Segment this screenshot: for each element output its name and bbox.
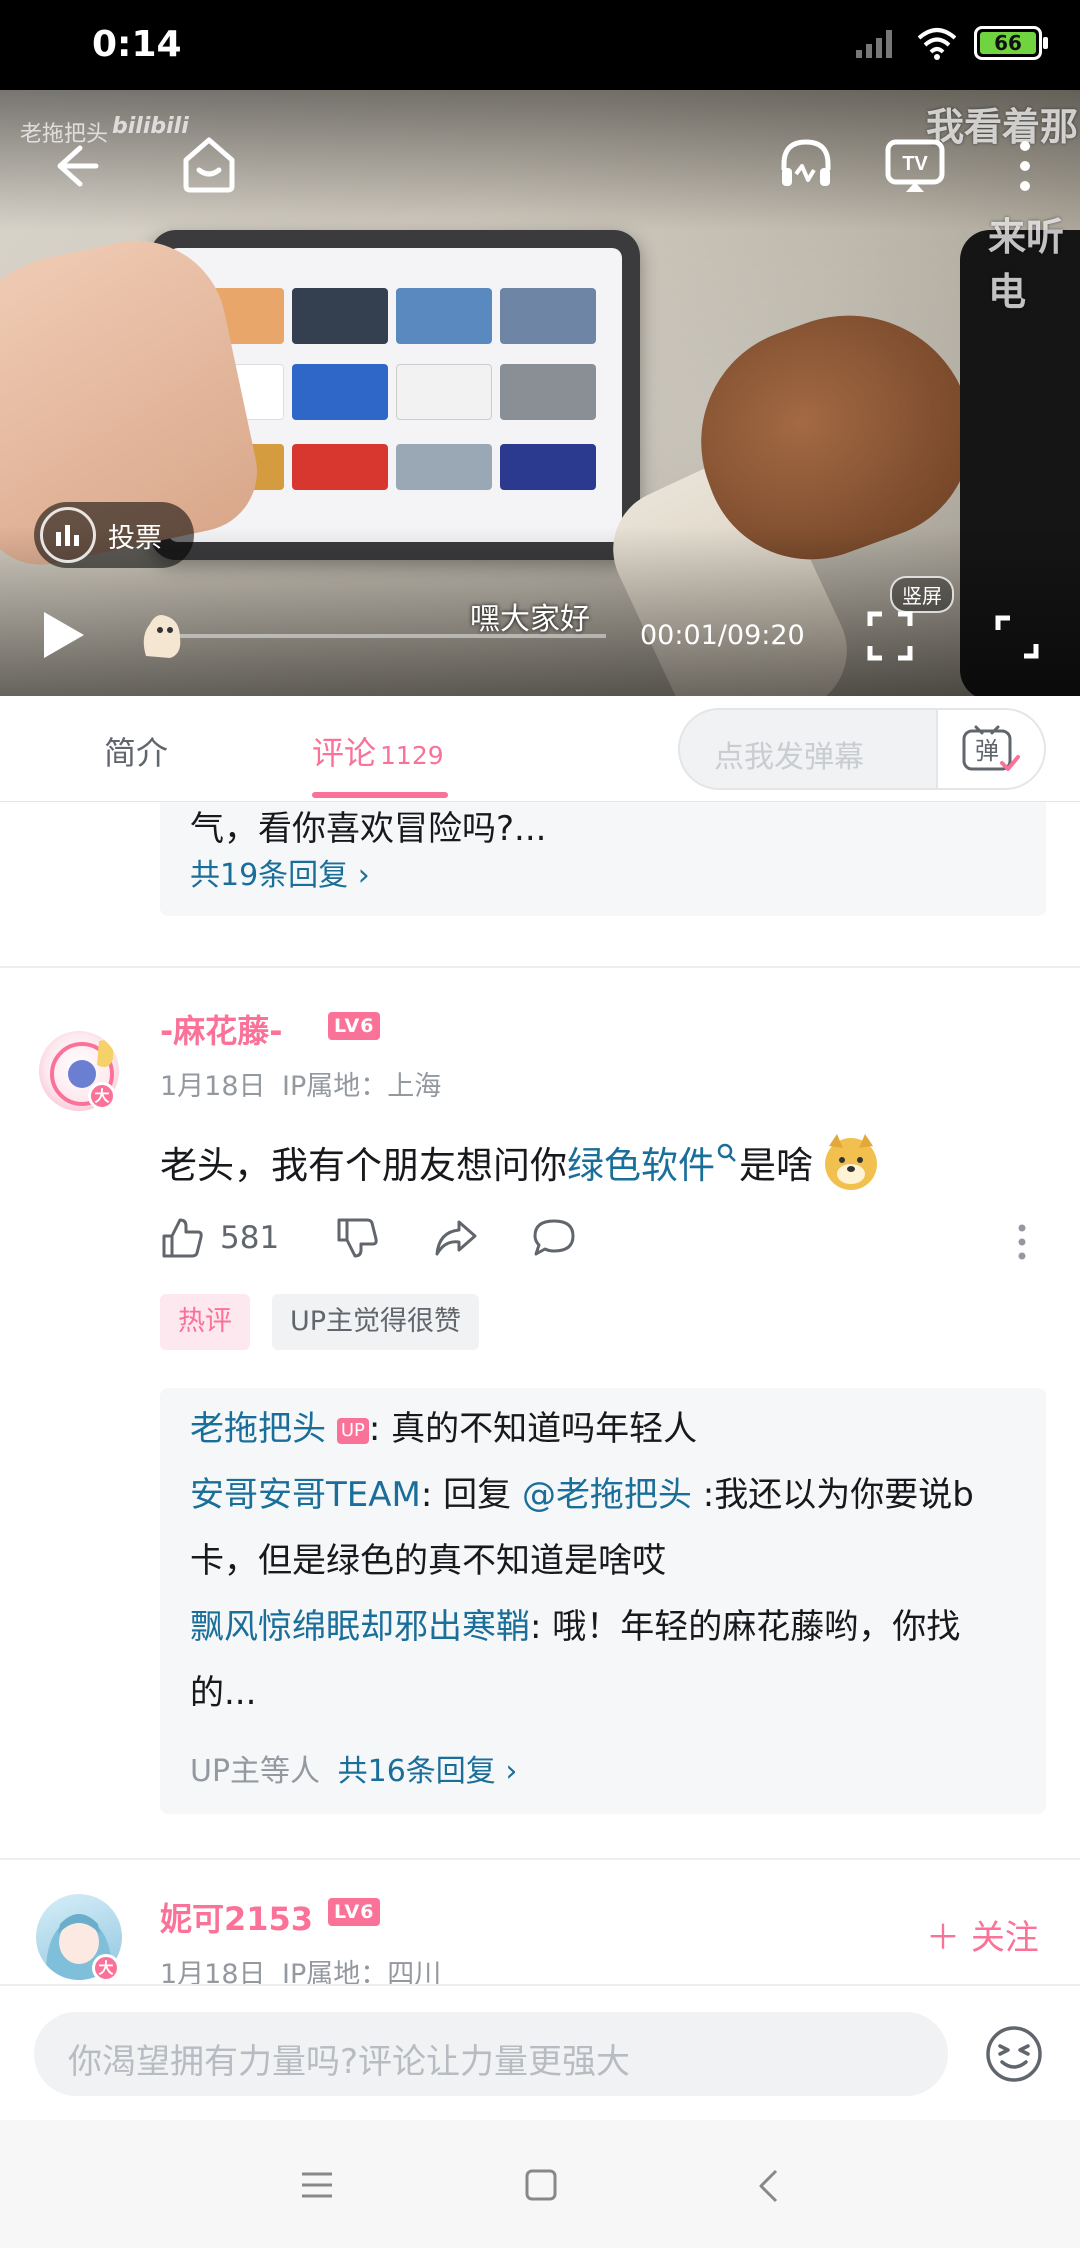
comment-list: 气，看你喜欢冒险吗?... 共19条回复 › 大 -麻花藤- LV6 1月18日… [0, 802, 1080, 1984]
vote-button[interactable]: 投票 [34, 502, 194, 568]
hot-comment-tag: 热评 [160, 1294, 250, 1350]
more-options-icon[interactable] [1014, 1222, 1030, 1262]
video-subtitle: 嘿大家好 [470, 602, 590, 637]
reply-footer-prefix: UP主等人 [190, 1754, 321, 1789]
home-icon[interactable] [180, 134, 238, 196]
emoji-icon[interactable] [984, 2024, 1044, 2084]
divider [0, 1858, 1080, 1860]
vip-badge: 大 [92, 1954, 120, 1982]
dislike-thumb-down-icon[interactable] [335, 1216, 379, 1260]
share-icon[interactable] [433, 1216, 479, 1260]
comment-input[interactable]: 你渴望拥有力量吗?评论让力量更强大 [34, 2012, 948, 2096]
comment-input-placeholder: 你渴望拥有力量吗?评论让力量更强大 [68, 2042, 631, 2082]
up-badge: UP [336, 1418, 369, 1444]
follow-button[interactable]: ＋ 关注 [926, 1910, 1039, 1959]
svg-text:弹: 弹 [975, 737, 999, 765]
tab-comments-label: 评论 [312, 734, 377, 772]
danmaku-text: 我看着那 [926, 105, 1079, 149]
status-time: 0:14 [92, 24, 182, 65]
doge-emoji-icon [825, 1134, 877, 1190]
reply-item[interactable]: 飘风惊绵眠却邪出寒鞘: 哦！年轻的麻花藤哟，你找的... [190, 1594, 1020, 1726]
follow-label: 关注 [970, 1918, 1039, 1958]
comment-actions: 581 [160, 1216, 577, 1260]
view-replies-label[interactable]: 共16条回复 [338, 1754, 496, 1789]
reply-username[interactable]: 飘风惊绵眠却邪出寒鞘 [190, 1607, 530, 1647]
status-icons: 66 [854, 26, 1048, 60]
system-nav-bar [0, 2120, 1080, 2248]
up-liked-tag: UP主觉得很赞 [272, 1294, 480, 1350]
play-icon[interactable] [38, 608, 88, 662]
comment-input-bar: 你渴望拥有力量吗?评论让力量更强大 [0, 1984, 1080, 2120]
tab-intro[interactable]: 简介 [104, 728, 168, 774]
reply-box[interactable]: 老拖把头 UP: 真的不知道吗年轻人 安哥安哥TEAM: 回复 @老拖把头 :我… [160, 1388, 1046, 1814]
battery-icon: 66 [974, 26, 1048, 60]
divider [0, 966, 1080, 968]
portrait-badge: 竖屏 [890, 576, 954, 613]
danmu-icon: 弹 [962, 725, 1020, 771]
comment-ip: IP属地：上海 [282, 1071, 442, 1102]
comment-date: 1月18日 [160, 1959, 266, 1984]
svg-text:TV: TV [902, 153, 928, 175]
comment-text-part: 是啥 [739, 1144, 813, 1187]
fullscreen-icon[interactable] [994, 614, 1040, 660]
vote-label: 投票 [108, 522, 162, 554]
reply-text: : 回复 [420, 1475, 522, 1515]
battery-level: 66 [980, 32, 1036, 54]
tv-cast-icon[interactable]: TV [884, 136, 946, 194]
search-icon [717, 1143, 736, 1162]
comment-username[interactable]: -麻花藤- [160, 1006, 283, 1052]
bilibili-logo-watermark: bilibili [112, 114, 189, 139]
bar-chart-icon [40, 507, 96, 563]
vip-badge: 大 [88, 1082, 116, 1110]
progress-mascot-icon[interactable] [136, 606, 188, 660]
danmu-input[interactable]: 点我发弹幕 弹 [678, 708, 1046, 790]
chevron-right-icon: › [505, 1754, 518, 1789]
chevron-right-icon: › [357, 858, 370, 893]
danmaku-text: 来听电 [988, 215, 1065, 314]
headphones-icon[interactable] [778, 136, 834, 192]
plus-icon: ＋ [926, 1918, 960, 1958]
reply-username[interactable]: 安哥安哥TEAM [190, 1475, 421, 1515]
back-chevron-icon[interactable] [756, 2168, 780, 2204]
view-replies-link[interactable]: 共19条回复 › [190, 850, 370, 894]
danmu-placeholder: 点我发弹幕 [714, 740, 864, 775]
reply-box[interactable]: 气，看你喜欢冒险吗?... 共19条回复 › [160, 802, 1046, 916]
reply-username[interactable]: 老拖把头 [190, 1409, 326, 1449]
signal-icon [856, 30, 892, 58]
video-time: 00:01/09:20 [640, 620, 805, 651]
reply-footer[interactable]: UP主等人 共16条回复 › [190, 1746, 517, 1790]
video-player[interactable]: 老拖把头 bilibili 我看着那 来听电 TV 投票 嘿大家好 00:01/… [0, 90, 1080, 696]
tab-comments[interactable]: 评论 1129 [312, 728, 444, 774]
level-badge: LV6 [328, 1898, 381, 1926]
comment-ip: IP属地：四川 [282, 1959, 442, 1984]
back-arrow-icon[interactable] [50, 140, 102, 192]
reply-item[interactable]: 老拖把头 UP: 真的不知道吗年轻人 [190, 1396, 1020, 1462]
reply-comment-icon[interactable] [531, 1216, 577, 1260]
home-square-icon[interactable] [524, 2168, 558, 2202]
tab-bar: 简介 评论 1129 点我发弹幕 弹 [0, 696, 1080, 802]
comment-text-part: 老头，我有个朋友想问你 [160, 1144, 567, 1187]
status-bar: 0:14 66 [0, 0, 1080, 90]
comments-count: 1129 [380, 741, 444, 770]
like-count: 581 [220, 1220, 280, 1256]
comment-username[interactable]: 妮可2153 [160, 1894, 313, 1940]
menu-icon[interactable] [300, 2170, 334, 2200]
portrait-mode-icon[interactable] [866, 610, 914, 662]
wifi-icon [917, 28, 957, 60]
danmu-toggle-button[interactable]: 弹 [936, 710, 1044, 788]
comment-text: 老头，我有个朋友想问你 绿色软件 是啥 [160, 1132, 881, 1192]
reply-item[interactable]: 安哥安哥TEAM: 回复 @老拖把头 :我还以为你要说b卡，但是绿色的真不知道是… [190, 1462, 1020, 1594]
tab-underline [312, 792, 448, 798]
search-keyword-link[interactable]: 绿色软件 [567, 1135, 715, 1189]
view-replies-label: 共19条回复 [190, 858, 349, 893]
mention-link[interactable]: @老拖把头 [522, 1475, 692, 1515]
comment-date: 1月18日 [160, 1071, 266, 1102]
more-vertical-icon[interactable] [1010, 136, 1040, 196]
like-thumb-up-icon[interactable] [160, 1216, 204, 1260]
reply-text: : 真的不知道吗年轻人 [368, 1409, 698, 1449]
level-badge: LV6 [328, 1012, 381, 1040]
